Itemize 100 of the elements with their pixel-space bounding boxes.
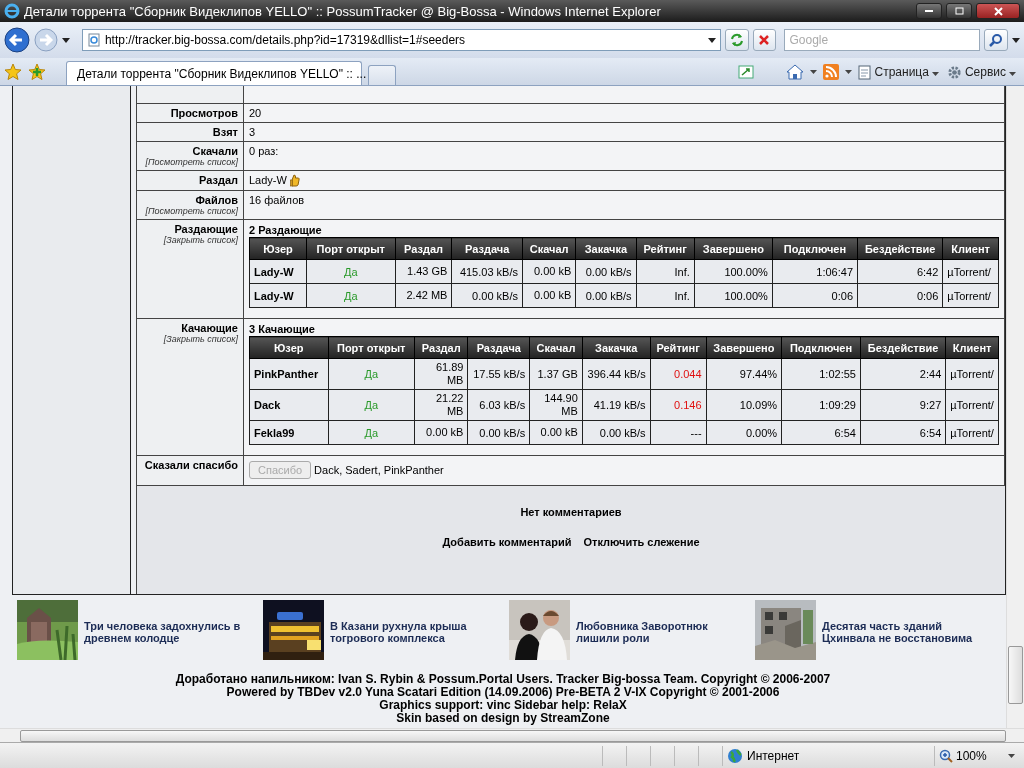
column-header[interactable]: Юзер	[249, 237, 307, 260]
column-header[interactable]: Рейтинг	[636, 237, 695, 260]
thumbs-up-icon	[289, 174, 300, 188]
table-cell: µTorrent/	[945, 358, 999, 390]
peers-heading: 3 Качающие	[249, 323, 316, 336]
field-value: 20	[249, 106, 262, 119]
dropdown-caret-icon[interactable]	[707, 37, 716, 43]
column-header[interactable]: Подключен	[781, 336, 861, 359]
maximize-button[interactable]	[946, 3, 972, 19]
column-header[interactable]: Раздача	[451, 237, 523, 260]
table-cell: 0.146	[650, 389, 707, 421]
comment-link[interactable]: Добавить комментарий	[442, 536, 572, 549]
table-cell: 2:44	[860, 358, 946, 390]
column-header[interactable]: Рейтинг	[650, 336, 707, 359]
table-cell: 6.03 kB/s	[467, 389, 530, 421]
close-button[interactable]	[976, 3, 1020, 19]
table-cell: 1.37 GB	[529, 358, 583, 390]
dropdown-caret-icon[interactable]	[61, 37, 70, 43]
column-header[interactable]: Клиент	[942, 237, 999, 260]
user-link[interactable]: Lady-W	[249, 259, 307, 284]
news-link[interactable]: Любовника Заворотнюк лишили роли	[576, 620, 746, 644]
column-header[interactable]: Завершено	[706, 336, 782, 359]
list-link[interactable]: [Посмотреть список]	[142, 206, 238, 217]
table-cell: 97.44%	[706, 358, 782, 390]
user-link[interactable]: Fekla99	[249, 420, 328, 445]
column-header[interactable]: Порт открыт	[306, 237, 396, 260]
footer-text: Skin based on design by StreamZone	[396, 712, 610, 725]
toolbar-menu[interactable]: Страница	[857, 64, 939, 80]
dropdown-caret-icon[interactable]	[809, 70, 817, 74]
column-header[interactable]: Бездействие	[857, 237, 943, 260]
home-icon[interactable]	[785, 64, 804, 80]
column-header[interactable]: Раздача	[467, 336, 530, 359]
gear-icon	[946, 64, 962, 80]
stop-button[interactable]	[752, 29, 777, 51]
globe-icon	[727, 747, 743, 764]
news-link[interactable]: В Казани рухнула крыша тогрового комплекса	[330, 620, 500, 644]
column-header[interactable]: Закачка	[582, 336, 651, 359]
dropdown-caret-icon[interactable]	[844, 70, 852, 74]
table-cell: 9:27	[860, 389, 946, 421]
column-header[interactable]: Бездействие	[860, 336, 946, 359]
user-link[interactable]: Lady-W	[249, 283, 307, 308]
vertical-scrollbar[interactable]	[1006, 86, 1024, 728]
back-button[interactable]	[4, 27, 30, 53]
no-comments-text: Нет комментариев	[520, 506, 622, 519]
table-cell: 17.55 kB/s	[467, 358, 530, 390]
news-link[interactable]: Десятая часть зданий Цхинвала не восстановима	[822, 620, 992, 644]
field-value: Dack, Sadert, PinkPanther	[314, 464, 444, 477]
toolbar-menu[interactable]: Сервис	[946, 64, 1016, 80]
add-favorite-icon[interactable]	[28, 62, 46, 81]
field-value: 3	[249, 125, 256, 138]
list-link[interactable]: [Закрыть список]	[142, 334, 238, 345]
favorites-star-icon[interactable]	[4, 62, 22, 81]
caret-icon	[931, 72, 939, 76]
field-label: Просмотров	[169, 106, 238, 119]
address-field[interactable]: http://tracker.big-bossa.com/details.php?id=17319&dllist=1#seeders	[81, 29, 721, 51]
news-link[interactable]: Три человека задохнулись в древнем колодце	[84, 620, 254, 644]
rss-icon[interactable]	[822, 64, 839, 80]
user-link[interactable]: PinkPanther	[249, 358, 328, 390]
column-header[interactable]: Закачка	[575, 237, 637, 260]
column-header[interactable]: Порт открыт	[328, 336, 415, 359]
search-icon	[989, 33, 1004, 47]
feeds-icon[interactable]	[737, 64, 754, 80]
caret-icon	[1007, 753, 1015, 758]
footer-text: Доработано напильником: Ivan S. Rybin & Possum.Portal Users. Tracker Big-bossa Team. Copyright © 2006-2007	[175, 673, 831, 686]
zoom-control[interactable]: 100%	[934, 745, 1024, 766]
column-header[interactable]: Клиент	[945, 336, 999, 359]
user-link[interactable]: Lady-W	[249, 173, 287, 186]
table-cell: Да	[328, 420, 415, 445]
table-cell: 1:02:55	[781, 358, 861, 390]
search-field[interactable]: Google	[784, 29, 981, 51]
column-header[interactable]: Раздал	[414, 336, 468, 359]
dropdown-caret-icon[interactable]	[1012, 37, 1020, 43]
table-cell: 1:09:29	[781, 389, 861, 421]
page-icon	[857, 64, 872, 80]
field-label: Раздающие	[174, 223, 238, 236]
column-header[interactable]: Подключен	[772, 237, 858, 260]
field-label: Взят	[211, 125, 238, 138]
comment-link[interactable]: Отключить слежение	[583, 536, 700, 549]
field-label: Качающие	[181, 322, 238, 335]
peers-heading: 2 Раздающие	[249, 224, 323, 237]
field-label: Файлов	[194, 194, 238, 207]
column-header[interactable]: Юзер	[249, 336, 328, 359]
refresh-button[interactable]	[724, 29, 749, 51]
scrollbar-thumb[interactable]	[1008, 646, 1023, 704]
column-header[interactable]: Скачал	[522, 237, 576, 260]
table-cell: µTorrent/	[945, 389, 999, 421]
column-header[interactable]: Завершено	[694, 237, 773, 260]
field-label: Раздал	[198, 173, 238, 186]
list-link[interactable]: [Закрыть список]	[142, 235, 238, 246]
field-value: 0 раз:	[249, 144, 279, 157]
minimize-button[interactable]	[916, 3, 942, 19]
refresh-icon	[729, 33, 744, 47]
search-button[interactable]	[984, 29, 1008, 51]
column-header[interactable]: Скачал	[529, 336, 583, 359]
table-cell: 0.044	[650, 358, 707, 390]
browser-logo-icon	[4, 3, 20, 19]
field-label: Сказали спасибо	[143, 459, 238, 472]
user-link[interactable]: Dack	[249, 389, 328, 421]
column-header[interactable]: Раздал	[395, 237, 452, 260]
list-link[interactable]: [Посмотреть список]	[142, 156, 238, 167]
